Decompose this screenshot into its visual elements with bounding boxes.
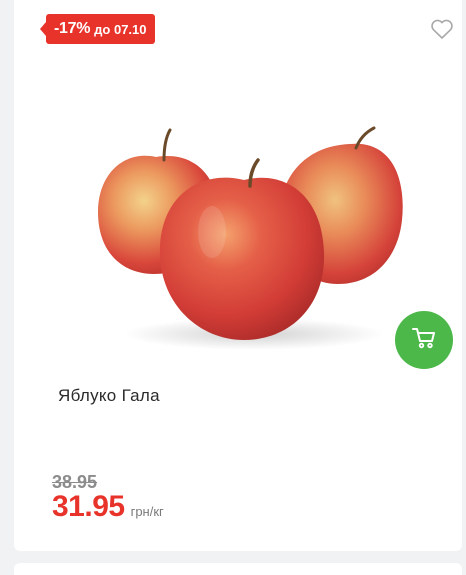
discount-badge: -17% до 07.10 (40, 14, 155, 44)
heart-icon[interactable] (430, 18, 454, 40)
discount-until: до 07.10 (94, 21, 147, 37)
product-title[interactable]: Яблуко Гала (58, 386, 160, 406)
cart-icon (411, 326, 437, 355)
price-unit: грн/кг (130, 504, 164, 519)
discount-percent: -17% (54, 20, 91, 37)
product-image[interactable] (94, 62, 410, 362)
price-row: 31.95 грн/кг (52, 490, 164, 524)
current-price: 31.95 (52, 490, 125, 523)
next-product-card[interactable] (14, 563, 462, 575)
add-to-cart-button[interactable] (395, 311, 453, 369)
product-card[interactable]: -17% до 07.10 Яблуко Гала 38.95 31.95 гр… (14, 0, 462, 551)
